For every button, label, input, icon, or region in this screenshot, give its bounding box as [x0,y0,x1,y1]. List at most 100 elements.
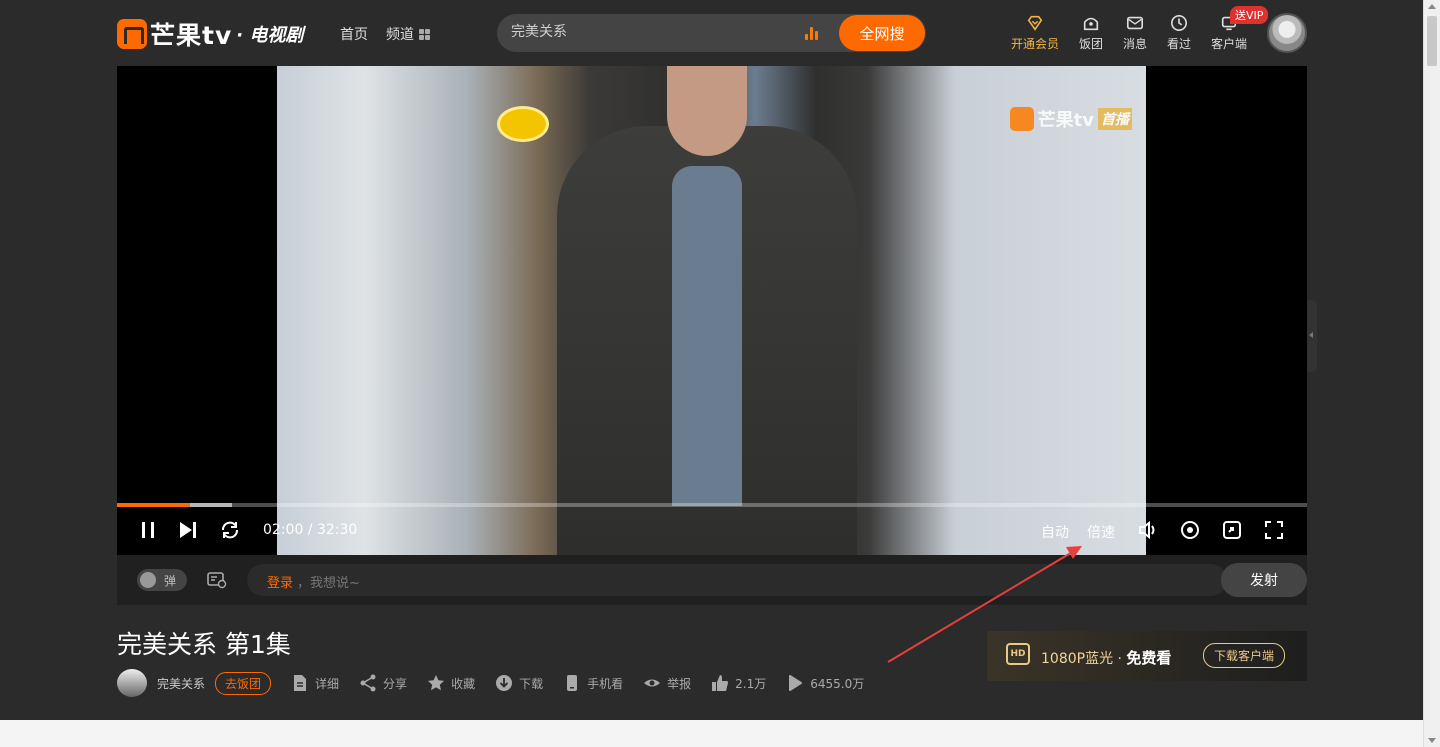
next-icon [180,522,196,538]
pip-icon [1223,521,1241,539]
download-label: 下载 [519,676,544,691]
scroll-thumb[interactable] [1427,16,1437,66]
volume-icon [1139,520,1155,540]
search-bar: 全网搜 [497,14,926,52]
top-header: 芒果tv · 电视剧 首页 频道 全网搜 开通会员 饭团 消息 [0,0,1423,66]
play-count-value: 6455.0万 [810,676,865,691]
diamond-icon [1027,15,1043,31]
grid-icon [419,28,430,40]
page-footer-strip [0,720,1423,747]
share-action[interactable]: 分享 [359,674,407,692]
danmaku-input[interactable]: 登录 ，我想说~ [247,564,1227,596]
danmaku-send-button[interactable]: 发射 [1221,563,1307,597]
watermark-mark-icon [1009,107,1034,131]
meta-actions: 完美关系 去饭团 详细 分享 收藏 下载 手机看 举报 2.1万 6455.0万 [117,669,864,697]
pause-icon [142,522,154,538]
danmaku-placeholder: ，我想说~ [297,576,360,591]
danmaku-login-link[interactable]: 登录 [267,572,293,591]
logo-text: 芒果tv [150,21,233,50]
hd-icon: HD [1006,643,1030,665]
pause-button[interactable] [137,519,159,545]
quality-button[interactable]: 自动 [1041,522,1069,542]
client-label: 客户端 [1211,37,1248,51]
side-collapse-tab[interactable] [1307,300,1317,372]
search-input[interactable] [511,23,771,39]
video-scene-detail [667,66,747,156]
screenshot-button[interactable] [1179,519,1201,545]
scroll-up-icon[interactable] [1428,4,1436,9]
client-promo-banner[interactable]: HD 1080P蓝光 · 免费看 下载客户端 [987,631,1307,681]
scroll-down-icon[interactable] [1428,738,1436,743]
share-label: 分享 [383,676,408,691]
go-fan-group-button[interactable]: 去饭团 [215,671,272,695]
download-action[interactable]: 下载 [495,674,543,692]
player-controls: 02:00 / 32:30 自动 倍速 [117,507,1307,555]
volume-button[interactable] [1137,519,1159,545]
toggle-knob [140,572,156,588]
history-link[interactable]: 看过 [1167,14,1191,52]
detail-action[interactable]: 详细 [291,674,339,692]
logo-mark-icon [117,19,147,49]
video-scene-detail [672,166,742,506]
fan-group-link[interactable]: 饭团 [1079,14,1103,52]
phone-icon [567,675,578,691]
thumbs-up-icon [712,675,729,691]
picture-in-picture-button[interactable] [1221,519,1243,545]
video-frame[interactable]: 芒果tv 首播 [277,66,1146,555]
watermark-tag: 首播 [1098,108,1132,130]
share-icon [360,674,376,692]
user-avatar[interactable] [1267,13,1307,53]
search-button[interactable]: 全网搜 [839,15,925,51]
logo-subtitle: · 电视剧 [236,25,304,46]
banner-text-main: 1080P蓝光 · [1041,651,1127,667]
messages-link[interactable]: 消息 [1123,14,1147,52]
voice-search-icon[interactable] [805,26,821,40]
danmaku-toggle[interactable]: 弹 [137,569,187,591]
fullscreen-button[interactable] [1263,519,1285,545]
video-player[interactable]: 芒果tv 首播 02:00 / 32:30 自动 倍速 [117,66,1307,555]
speed-button[interactable]: 倍速 [1087,522,1115,542]
like-count: 2.1万 [735,676,767,691]
vip-label: 开通会员 [1011,37,1060,51]
hunan-tv-logo [497,106,549,142]
danmaku-toggle-label: 弹 [164,574,177,588]
episode-title: 完美关系 第1集 [117,630,291,659]
fullscreen-icon [1265,521,1283,539]
like-action[interactable]: 2.1万 [711,674,766,692]
download-client-button[interactable]: 下载客户端 [1203,643,1286,668]
nav-channel[interactable]: 频道 [386,24,430,44]
mobile-watch-label: 手机看 [587,676,624,691]
vip-gift-badge: 送VIP [1230,6,1269,24]
uploader-avatar[interactable] [117,669,147,697]
play-count: 6455.0万 [786,674,864,692]
document-icon [294,675,307,691]
detail-label: 详细 [315,676,340,691]
next-episode-button[interactable] [177,519,199,545]
mobile-watch-action[interactable]: 手机看 [563,674,623,692]
banner-text: 1080P蓝光 · 免费看 [1041,647,1171,668]
loop-button[interactable] [219,519,241,545]
target-icon [1181,521,1199,539]
playback-time: 02:00 / 32:30 [263,522,358,538]
message-icon [1126,16,1144,30]
report-action[interactable]: 举报 [643,674,691,692]
star-icon [428,675,445,691]
mango-tv-logo[interactable]: 芒果tv · 电视剧 [117,16,303,52]
page: 芒果tv · 电视剧 首页 频道 全网搜 开通会员 饭团 消息 [0,0,1423,747]
collect-label: 收藏 [451,676,476,691]
nav-home[interactable]: 首页 [340,24,368,44]
mango-tv-watermark: 芒果tv 首播 [1009,106,1132,132]
nav-channel-label: 频道 [386,27,414,43]
uploader-name[interactable]: 完美关系 [157,675,205,692]
fan-group-label: 饭团 [1079,37,1104,51]
vip-subscribe[interactable]: 开通会员 [1011,14,1059,52]
download-icon [496,675,513,691]
report-label: 举报 [667,676,692,691]
loop-icon [222,521,238,539]
history-icon [1170,14,1188,32]
danmaku-settings-icon[interactable] [207,571,227,589]
collect-action[interactable]: 收藏 [427,674,475,692]
messages-label: 消息 [1123,37,1148,51]
vertical-scrollbar[interactable] [1423,0,1440,747]
play-icon [789,675,803,691]
